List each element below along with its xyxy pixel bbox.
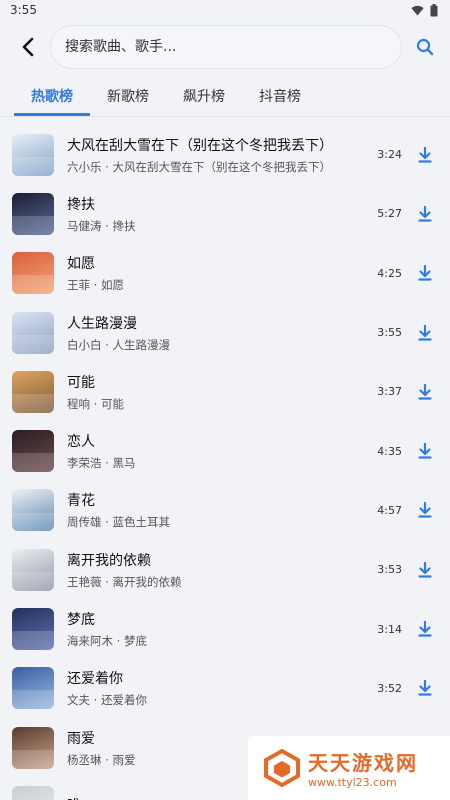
song-artist-album: 文夫 · 还爱着你: [67, 693, 147, 708]
song-artist-album: 海来阿木 · 梦底: [67, 634, 147, 649]
song-title: 青花: [67, 493, 95, 510]
song-duration: 3:53: [377, 563, 402, 577]
album-cover: [12, 548, 54, 591]
song-title: 还爱着你: [67, 671, 123, 688]
download-button[interactable]: [414, 499, 436, 521]
album-cover: [12, 370, 54, 413]
song-duration: 3:52: [377, 681, 402, 695]
chart-tabs: 热歌榜 新歌榜 飙升榜 抖音榜: [0, 74, 450, 116]
song-title: 人生路漫漫: [67, 315, 137, 332]
download-button[interactable]: [414, 322, 436, 344]
download-icon: [418, 621, 432, 637]
download-icon: [418, 205, 432, 222]
status-bar: 3:55: [0, 0, 450, 20]
tab-new[interactable]: 新歌榜: [90, 74, 166, 116]
album-cover: [12, 133, 54, 176]
album-cover: [12, 667, 54, 710]
album-cover: [12, 489, 54, 532]
song-row[interactable]: 还爱着你文夫 · 还爱着你 3:52: [0, 659, 450, 718]
song-row[interactable]: 大风在刮大雪在下（别在这个冬把我丢下） 六小乐 · 大风在刮大雪在下（别在这个冬把…: [0, 125, 450, 184]
search-input[interactable]: [65, 39, 387, 55]
song-artist-album: 白小白 · 人生路漫漫: [67, 337, 170, 352]
album-cover: [12, 785, 54, 800]
download-button[interactable]: [414, 381, 436, 403]
song-row[interactable]: 梦底海来阿木 · 梦底 3:14: [0, 599, 450, 658]
search-button[interactable]: [412, 34, 438, 60]
download-icon: [418, 383, 432, 400]
watermark: 天天游戏网 www.ttyl23.com: [248, 736, 450, 800]
song-artist-album: 王艳薇 · 离开我的依赖: [67, 574, 182, 589]
song-duration: 4:57: [377, 503, 402, 517]
watermark-url: www.ttyl23.com: [308, 776, 397, 789]
status-time: 3:55: [10, 3, 37, 17]
song-row[interactable]: 搀扶马健涛 · 搀扶 5:27: [0, 184, 450, 243]
song-title: 离开我的依赖: [67, 552, 151, 569]
download-icon: [418, 502, 432, 519]
song-row[interactable]: 恋人李荣浩 · 黑马 4:35: [0, 421, 450, 480]
download-button[interactable]: [414, 440, 436, 462]
song-artist-album: 王菲 · 如愿: [67, 278, 124, 293]
song-title: 如愿: [67, 256, 95, 273]
battery-icon: [430, 3, 438, 16]
album-cover: [12, 430, 54, 473]
song-title: 梦底: [67, 612, 95, 629]
song-artist-album: 程响 · 可能: [67, 396, 124, 411]
download-button[interactable]: [414, 144, 436, 166]
search-box[interactable]: [50, 25, 402, 69]
song-duration: 3:55: [377, 326, 402, 340]
song-title: 可能: [67, 374, 95, 391]
download-icon: [418, 146, 432, 163]
download-button[interactable]: [414, 262, 436, 284]
download-button[interactable]: [414, 559, 436, 581]
song-row[interactable]: 青花周传雄 · 蓝色土耳其 4:57: [0, 481, 450, 540]
song-title: 大风在刮大雪在下（别在这个冬把我丢下）: [67, 137, 333, 154]
song-row[interactable]: 人生路漫漫白小白 · 人生路漫漫 3:55: [0, 303, 450, 362]
watermark-logo-icon: [264, 749, 300, 787]
song-row[interactable]: 如愿王菲 · 如愿 4:25: [0, 244, 450, 303]
download-button[interactable]: [414, 677, 436, 699]
album-cover: [12, 608, 54, 651]
song-duration: 3:37: [377, 385, 402, 399]
album-cover: [12, 311, 54, 354]
watermark-title: 天天游戏网: [308, 751, 418, 775]
song-artist-album: 周传雄 · 蓝色土耳其: [67, 515, 170, 530]
song-duration: 3:24: [377, 148, 402, 162]
song-list: 大风在刮大雪在下（别在这个冬把我丢下） 六小乐 · 大风在刮大雪在下（别在这个冬把…: [0, 117, 450, 800]
download-icon: [418, 561, 432, 578]
download-icon: [418, 680, 432, 696]
tab-douyin[interactable]: 抖音榜: [242, 74, 318, 116]
download-icon: [418, 324, 432, 341]
song-duration: 4:35: [377, 444, 402, 458]
album-cover: [12, 726, 54, 769]
song-row[interactable]: 离开我的依赖王艳薇 · 离开我的依赖 3:53: [0, 540, 450, 599]
header: [0, 20, 450, 74]
song-row[interactable]: 可能程响 · 可能 3:37: [0, 362, 450, 421]
song-title: 恋人: [67, 434, 95, 451]
song-duration: 5:27: [377, 207, 402, 221]
download-icon: [418, 443, 432, 459]
album-cover: [12, 192, 54, 235]
download-button[interactable]: [414, 203, 436, 225]
album-cover: [12, 252, 54, 295]
song-title: 搀扶: [67, 196, 95, 213]
chevron-left-icon: [22, 37, 34, 57]
back-button[interactable]: [14, 33, 42, 61]
song-artist-album: 马健涛 · 搀扶: [67, 218, 136, 233]
tab-rising[interactable]: 飙升榜: [166, 74, 242, 116]
download-button[interactable]: [414, 618, 436, 640]
song-artist-album: 六小乐 · 大风在刮大雪在下（别在这个冬把我丢下）: [67, 159, 331, 174]
status-icons: [411, 3, 438, 17]
tab-hot[interactable]: 热歌榜: [14, 74, 90, 116]
song-duration: 4:25: [377, 266, 402, 280]
download-icon: [418, 265, 432, 281]
wifi-icon: [411, 5, 424, 16]
song-artist-album: 李荣浩 · 黑马: [67, 456, 136, 471]
song-duration: 3:14: [377, 622, 402, 636]
search-icon: [416, 38, 434, 56]
